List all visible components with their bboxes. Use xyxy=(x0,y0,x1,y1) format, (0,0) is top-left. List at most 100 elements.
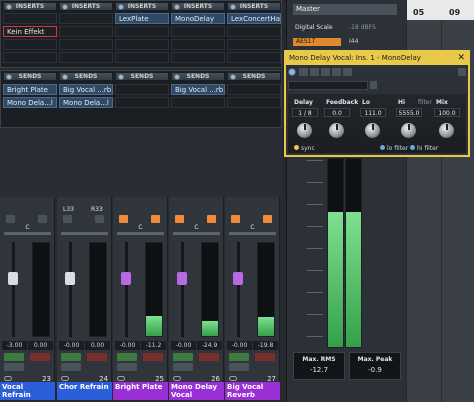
inserts-header[interactable]: INSERTS xyxy=(171,2,225,11)
volume-fader[interactable] xyxy=(233,272,243,286)
monitor-button[interactable] xyxy=(63,215,72,223)
insert-slot[interactable] xyxy=(227,26,281,37)
sends-header[interactable]: SENDS xyxy=(3,72,57,81)
volume-readout[interactable]: -0.00 xyxy=(171,341,196,350)
pan-slider[interactable] xyxy=(61,232,108,235)
write-automation-button[interactable] xyxy=(30,353,50,361)
read-automation-button[interactable] xyxy=(117,353,137,361)
insert-slot[interactable] xyxy=(59,26,113,37)
send-slot[interactable] xyxy=(115,84,169,95)
inserts-header[interactable]: INSERTS xyxy=(227,2,281,11)
record-button[interactable] xyxy=(38,215,47,223)
pan-left-value[interactable]: L33 xyxy=(63,206,74,213)
param-value[interactable]: 100.0 xyxy=(434,108,460,117)
send-slot[interactable] xyxy=(115,97,169,108)
lo-filter-control[interactable]: lo filter xyxy=(380,145,408,152)
insert-slot[interactable]: MonoDelay xyxy=(171,13,225,24)
monitor-button[interactable] xyxy=(231,215,240,223)
write-automation-button[interactable] xyxy=(143,353,163,361)
master-name[interactable]: Master xyxy=(293,4,397,15)
insert-slot[interactable] xyxy=(59,39,113,50)
edit-button[interactable] xyxy=(4,363,24,371)
volume-readout[interactable]: -3.00 xyxy=(2,341,27,350)
send-slot[interactable]: Big Vocal ...rb xyxy=(171,84,225,95)
power-icon[interactable] xyxy=(6,4,12,10)
pan-value[interactable]: C xyxy=(113,224,168,231)
preset-dropdown-icon[interactable] xyxy=(370,81,377,89)
preset-icon[interactable] xyxy=(321,68,330,76)
param-value[interactable]: 5555.0 xyxy=(396,108,422,117)
param-value[interactable]: 0.0 xyxy=(324,108,350,117)
record-button[interactable] xyxy=(207,215,216,223)
power-icon[interactable] xyxy=(62,4,68,10)
edit-button[interactable] xyxy=(173,363,193,371)
edit-button[interactable] xyxy=(117,363,137,371)
volume-readout[interactable]: -0.00 xyxy=(59,341,84,350)
pan-value[interactable]: C xyxy=(225,224,280,231)
send-slot[interactable]: Mono Dela...l xyxy=(59,97,113,108)
insert-slot[interactable] xyxy=(3,13,57,24)
insert-slot[interactable] xyxy=(115,52,169,63)
write-icon[interactable] xyxy=(310,68,319,76)
insert-slot[interactable] xyxy=(227,39,281,50)
pan-slider[interactable] xyxy=(117,232,164,235)
preset-field[interactable] xyxy=(288,81,368,90)
pan-value[interactable]: C xyxy=(0,224,55,231)
read-automation-button[interactable] xyxy=(61,353,81,361)
volume-readout[interactable]: -0.00 xyxy=(115,341,140,350)
monitor-button[interactable] xyxy=(6,215,15,223)
send-slot[interactable]: Bright Plate xyxy=(3,84,57,95)
read-icon[interactable] xyxy=(299,68,308,76)
power-icon[interactable] xyxy=(174,4,180,10)
write-automation-button[interactable] xyxy=(199,353,219,361)
pan-slider[interactable] xyxy=(229,232,276,235)
monitor-button[interactable] xyxy=(119,215,128,223)
power-icon[interactable] xyxy=(118,74,124,80)
insert-slot[interactable] xyxy=(3,52,57,63)
power-icon[interactable] xyxy=(230,74,236,80)
pan-slider[interactable] xyxy=(173,232,220,235)
channel-name[interactable]: Vocal Refrain xyxy=(0,382,55,400)
record-button[interactable] xyxy=(263,215,272,223)
insert-slot[interactable] xyxy=(59,52,113,63)
link-icon[interactable] xyxy=(4,376,12,381)
param-knob[interactable] xyxy=(400,122,417,139)
sends-header[interactable]: SENDS xyxy=(171,72,225,81)
power-icon[interactable] xyxy=(118,4,124,10)
plugin-titlebar[interactable]: Mono Delay Vocal: Ins. 1 - MonoDelay ✕ xyxy=(286,52,468,65)
link-icon[interactable] xyxy=(229,376,237,381)
param-value[interactable]: 1 / 8 xyxy=(292,108,318,117)
link-icon[interactable] xyxy=(173,376,181,381)
digital-scale-value[interactable]: -18 dBFS xyxy=(349,24,376,31)
write-automation-button[interactable] xyxy=(255,353,275,361)
send-slot[interactable] xyxy=(171,97,225,108)
power-icon[interactable] xyxy=(288,68,296,76)
pan-right-value[interactable]: R33 xyxy=(91,206,103,213)
edit-button[interactable] xyxy=(61,363,81,371)
sends-header[interactable]: SENDS xyxy=(59,72,113,81)
insert-slot[interactable] xyxy=(171,52,225,63)
channel-name[interactable]: Chor Refrain xyxy=(57,382,112,400)
pan-slider[interactable] xyxy=(4,232,51,235)
inserts-header[interactable]: INSERTS xyxy=(59,2,113,11)
send-slot[interactable] xyxy=(227,84,281,95)
insert-slot[interactable] xyxy=(171,26,225,37)
link-icon[interactable] xyxy=(117,376,125,381)
param-knob[interactable] xyxy=(438,122,455,139)
power-icon[interactable] xyxy=(6,74,12,80)
channel-name[interactable]: Big Vocal Reverb xyxy=(225,382,280,400)
compare-icon[interactable] xyxy=(343,68,352,76)
inserts-header[interactable]: INSERTS xyxy=(3,2,57,11)
inserts-header[interactable]: INSERTS xyxy=(115,2,169,11)
volume-readout[interactable]: -0.00 xyxy=(227,341,252,350)
insert-slot[interactable] xyxy=(171,39,225,50)
volume-fader[interactable] xyxy=(65,272,75,286)
close-icon[interactable]: ✕ xyxy=(457,52,465,65)
link-icon[interactable] xyxy=(61,376,69,381)
volume-fader[interactable] xyxy=(8,272,18,286)
insert-slot[interactable] xyxy=(3,39,57,50)
settings-icon[interactable] xyxy=(458,68,466,76)
pan-value[interactable]: C xyxy=(169,224,224,231)
power-icon[interactable] xyxy=(62,74,68,80)
power-icon[interactable] xyxy=(230,4,236,10)
